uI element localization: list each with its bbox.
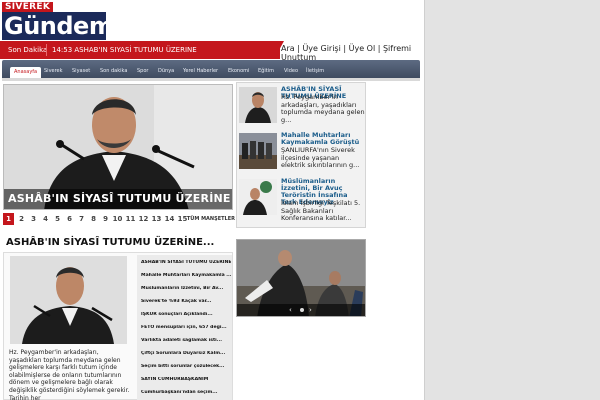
- article-photo[interactable]: [10, 256, 127, 344]
- article-link[interactable]: SAYIN CUMHURBAŞKANIM: [141, 377, 231, 383]
- nav-underline: [2, 78, 420, 81]
- pager-page-8[interactable]: 8: [89, 213, 98, 225]
- article-link[interactable]: Mahalle Muhtarları Kaymakamla ...: [141, 273, 231, 279]
- article-link[interactable]: Siverek'te %93 Kaçak var...: [141, 299, 231, 305]
- article-link[interactable]: Varlıkta adaleti sağlamak isti...: [141, 338, 231, 344]
- gallery-controls: ‹ ›: [237, 304, 365, 316]
- pager-page-10[interactable]: 10: [111, 213, 124, 225]
- side-news-thumbnail: [239, 133, 277, 169]
- news-site: SIVEREK Gündemi Son Dakika 14:53 ASHAB'I…: [0, 0, 424, 400]
- pager-page-11[interactable]: 11: [124, 213, 137, 225]
- gallery-next-arrow-icon[interactable]: ›: [309, 305, 312, 315]
- side-news-thumbnail: [239, 87, 277, 123]
- pager-page-12[interactable]: 12: [137, 213, 150, 225]
- photo-gallery[interactable]: ‹ ›: [236, 239, 366, 317]
- pager-page-2[interactable]: 2: [17, 213, 26, 225]
- side-news-desc: ŞANLIURFA'nın Siverek ilçesinde yaşanan …: [281, 146, 360, 169]
- pager-page-5[interactable]: 5: [53, 213, 62, 225]
- side-news-thumbnail: [239, 179, 277, 215]
- side-news-list: ASHÂB'IN SİYASÎ TUTUMU ÜZERİNE Hz. Peyga…: [236, 82, 366, 228]
- nav-item-iletisim[interactable]: İletişim: [306, 64, 324, 78]
- gallery-prev-arrow-icon[interactable]: ‹: [289, 305, 292, 315]
- featured-caption: ASHÂB'IN SİYASÎ TUTUMU ÜZERİNE: [4, 189, 232, 209]
- nav-item-son-dakika[interactable]: Son dakika: [100, 64, 127, 78]
- side-news-item[interactable]: Müslümanların İzzetini, Bir Avuç Teröris…: [239, 177, 365, 222]
- article-link[interactable]: İŞKUR sonuçları Açıklandı...: [141, 312, 231, 318]
- slider-pager: 1 2 3 4 5 6 7 8 9 10 11 12 13 14 15 TÜM …: [3, 213, 235, 225]
- side-news-title[interactable]: Mahalle Muhtarları Kaymakamla Görüştü: [281, 132, 365, 146]
- article-link[interactable]: FETÖ mensupları için, 657 deği...: [141, 325, 231, 331]
- ticker-divider: [46, 44, 47, 56]
- pager-page-3[interactable]: 3: [29, 213, 38, 225]
- side-news-item[interactable]: Mahalle Muhtarları Kaymakamla Görüştü ŞA…: [239, 131, 365, 175]
- article-link[interactable]: Müslümanların İzzetini, Bir Av...: [141, 286, 231, 292]
- pager-page-9[interactable]: 9: [101, 213, 110, 225]
- nav-item-yerel-haberler[interactable]: Yerel Haberler: [183, 64, 218, 78]
- article-link[interactable]: Çiftçi Sorunlara Duyarsız Kalm...: [141, 351, 231, 357]
- pager-page-14[interactable]: 14: [163, 213, 176, 225]
- logo-main-text: Gündemi: [2, 12, 122, 40]
- article-link[interactable]: ASHÂB'IN SİYASÎ TUTUMU ÜZERİNE...: [141, 260, 231, 266]
- breaking-news-ticker: Son Dakika 14:53 ASHAB'IN SIYASİ TUTUMU …: [0, 41, 280, 59]
- nav-item-dunya[interactable]: Dünya: [158, 64, 174, 78]
- pager-page-6[interactable]: 6: [65, 213, 74, 225]
- pager-page-13[interactable]: 13: [150, 213, 163, 225]
- all-headlines-link[interactable]: TÜM MANŞETLER: [187, 213, 235, 225]
- side-news-desc: Hz. Peygamber'in arkadaşları, yaşadıklar…: [281, 93, 365, 124]
- ticker-label: Son Dakika: [8, 46, 48, 54]
- article-box: Hz. Peygamber'in arkadaşları, yaşadıklar…: [3, 252, 233, 400]
- article-summary: Hz. Peygamber'in arkadaşları, yaşadıklar…: [9, 349, 130, 400]
- ticker-headline-link[interactable]: 14:53 ASHAB'IN SIYASİ TUTUMU ÜZERINE: [52, 41, 197, 59]
- pager-page-4[interactable]: 4: [41, 213, 50, 225]
- nav-item-ekonomi[interactable]: Ekonomi: [228, 64, 249, 78]
- pager-page-7[interactable]: 7: [77, 213, 86, 225]
- nav-item-video[interactable]: Video: [284, 64, 298, 78]
- gallery-dot[interactable]: [300, 308, 304, 312]
- article-heading[interactable]: ASHÂB'IN SİYASÎ TUTUMU ÜZERİNE...: [3, 233, 233, 253]
- main-nav: Anasayfa Siverek Siyaset Son dakika Spor…: [2, 60, 420, 78]
- article-link[interactable]: Seçim bitti sorunlar çözülecek...: [141, 364, 231, 370]
- nav-item-siyaset[interactable]: Siyaset: [72, 64, 90, 78]
- pager-page-1[interactable]: 1: [3, 213, 14, 225]
- site-logo[interactable]: SIVEREK Gündemi: [2, 2, 122, 40]
- article-link-list: ASHÂB'IN SİYASÎ TUTUMU ÜZERİNE... Mahall…: [137, 255, 232, 400]
- article-link[interactable]: Cumhurbaşkanı'ndan seçim...: [141, 390, 231, 396]
- side-news-desc: İslam İşbirliği Teşkilatı 5. Sağlık Baka…: [281, 199, 361, 222]
- nav-item-siverek[interactable]: Siverek: [44, 64, 63, 78]
- featured-slide[interactable]: ASHÂB'IN SİYASÎ TUTUMU ÜZERİNE: [3, 84, 233, 210]
- nav-item-anasayfa[interactable]: Anasayfa: [10, 67, 42, 78]
- page-background-gutter: [424, 0, 600, 400]
- side-news-item[interactable]: ASHÂB'IN SİYASÎ TUTUMU ÜZERİNE Hz. Peyga…: [239, 85, 365, 129]
- nav-item-spor[interactable]: Spor: [137, 64, 148, 78]
- nav-item-egitim[interactable]: Eğitim: [258, 64, 274, 78]
